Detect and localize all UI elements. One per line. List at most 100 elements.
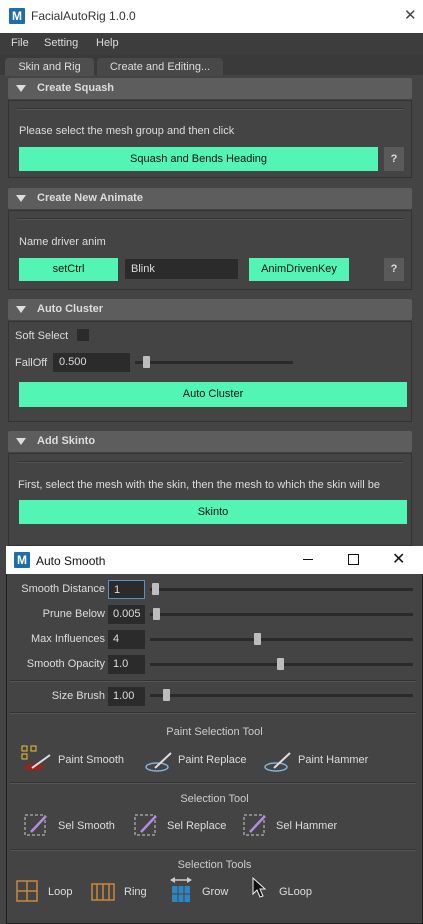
- sel-hammer-button[interactable]: Sel Hammer: [241, 812, 351, 840]
- paint-replace-icon: [145, 752, 172, 772]
- gloop-label: GLoop: [279, 886, 313, 898]
- falloff-slider-track[interactable]: [135, 361, 293, 364]
- max-influences-label: Max Influences: [31, 633, 105, 645]
- ring-label: Ring: [124, 886, 147, 898]
- main-titlebar: M FacialAutoRig 1.0.0 ✕: [0, 0, 423, 33]
- paint-replace-button[interactable]: Paint Replace: [143, 745, 253, 775]
- paint-hammer-button[interactable]: Paint Hammer: [262, 745, 382, 775]
- auto-cluster-body: Soft Select FallOff 0.500 Auto Cluster: [8, 321, 412, 422]
- divider: [10, 680, 416, 682]
- add-skinto-body: First, select the mesh with the skin, th…: [8, 453, 412, 546]
- grow-icon: [170, 877, 192, 902]
- soft-select-checkbox[interactable]: [77, 329, 89, 341]
- size-brush-slider-handle[interactable]: [163, 689, 170, 701]
- add-skinto-title: Add Skinto: [37, 435, 96, 447]
- sel-replace-icon: [134, 814, 157, 836]
- selection-tools-title: Selection Tools: [177, 859, 252, 871]
- maya-logo-icon: M: [14, 552, 30, 568]
- smooth-opacity-input[interactable]: 1.0: [108, 655, 145, 674]
- max-influences-slider-track[interactable]: [150, 638, 413, 641]
- smooth-opacity-label: Smooth Opacity: [26, 658, 105, 670]
- sel-replace-button[interactable]: Sel Replace: [132, 812, 242, 840]
- mouse-cursor-icon: [252, 876, 267, 898]
- prune-below-slider-handle[interactable]: [153, 608, 160, 620]
- menu-help[interactable]: Help: [96, 37, 119, 49]
- divider: [17, 108, 403, 110]
- create-new-animate-title: Create New Animate: [37, 192, 143, 204]
- driver-name-input[interactable]: Blink: [125, 259, 238, 279]
- add-skinto-header[interactable]: Add Skinto: [8, 431, 412, 452]
- menu-file[interactable]: File: [11, 37, 29, 49]
- auto-cluster-button[interactable]: Auto Cluster: [19, 382, 407, 407]
- maximize-icon[interactable]: [348, 554, 359, 565]
- add-skinto-instruction: First, select the mesh with the skin, th…: [18, 479, 380, 491]
- smooth-distance-slider-handle[interactable]: [152, 583, 159, 595]
- collapse-triangle-icon: [16, 195, 26, 202]
- paint-selection-tool-title: Paint Selection Tool: [166, 726, 263, 738]
- divider: [17, 218, 403, 220]
- close-icon[interactable]: ✕: [404, 6, 417, 24]
- divider: [10, 849, 416, 851]
- collapse-triangle-icon: [16, 438, 26, 445]
- sel-replace-label: Sel Replace: [167, 820, 227, 832]
- max-influences-slider-handle[interactable]: [254, 633, 261, 645]
- auto-cluster-header[interactable]: Auto Cluster: [8, 299, 412, 320]
- grow-label: Grow: [202, 886, 229, 898]
- squash-help-button[interactable]: ?: [384, 147, 404, 171]
- set-ctrl-button[interactable]: setCtrl: [19, 258, 118, 281]
- max-influences-input[interactable]: 4: [108, 630, 145, 649]
- smooth-distance-input[interactable]: 1: [108, 580, 145, 599]
- close-icon[interactable]: ✕: [392, 549, 405, 569]
- name-driver-anim-label: Name driver anim: [19, 236, 106, 248]
- falloff-input[interactable]: 0.500: [53, 353, 130, 372]
- prune-below-label: Prune Below: [42, 608, 105, 620]
- minimize-icon[interactable]: [303, 559, 313, 560]
- maya-logo-icon: M: [9, 8, 25, 24]
- skinto-button[interactable]: Skinto: [19, 500, 407, 524]
- animate-help-button[interactable]: ?: [384, 258, 404, 281]
- paint-hammer-icon: [264, 752, 291, 772]
- sel-hammer-icon: [243, 814, 266, 836]
- paint-smooth-button[interactable]: Paint Smooth: [18, 745, 128, 775]
- loop-label: Loop: [48, 886, 73, 898]
- prune-below-slider-track[interactable]: [150, 613, 413, 616]
- ring-button[interactable]: Ring: [91, 878, 161, 906]
- falloff-label: FallOff: [15, 357, 48, 369]
- paint-smooth-label: Paint Smooth: [58, 754, 125, 766]
- squash-and-bends-button[interactable]: Squash and Bends Heading: [19, 147, 378, 171]
- create-new-animate-body: Name driver anim setCtrl Blink AnimDrive…: [8, 210, 412, 290]
- tab-create-and-editing[interactable]: Create and Editing...: [97, 58, 223, 76]
- create-new-animate-header[interactable]: Create New Animate: [8, 188, 412, 209]
- divider: [10, 712, 416, 714]
- create-squash-body: Please select the mesh group and then cl…: [8, 100, 412, 178]
- tab-skin-and-rig[interactable]: Skin and Rig: [5, 58, 94, 76]
- prune-below-input[interactable]: 0.005: [108, 605, 145, 624]
- size-brush-input[interactable]: 1.00: [108, 687, 145, 706]
- collapse-triangle-icon: [16, 306, 26, 313]
- sel-smooth-button[interactable]: Sel Smooth: [22, 812, 132, 840]
- anim-driven-key-button[interactable]: AnimDrivenKey: [249, 258, 349, 281]
- paint-replace-label: Paint Replace: [178, 754, 247, 766]
- falloff-slider-handle[interactable]: [143, 356, 150, 368]
- create-squash-header[interactable]: Create Squash: [8, 78, 412, 99]
- create-squash-instruction: Please select the mesh group and then cl…: [19, 125, 235, 137]
- grow-button[interactable]: Grow: [170, 876, 240, 906]
- auto-cluster-title: Auto Cluster: [37, 303, 103, 315]
- loop-button[interactable]: Loop: [16, 878, 86, 906]
- smooth-distance-label: Smooth Distance: [21, 583, 105, 595]
- menu-bar: File Setting Help: [0, 33, 423, 55]
- smooth-opacity-slider-handle[interactable]: [277, 658, 284, 670]
- gloop-button[interactable]: GLoop: [250, 876, 330, 906]
- divider: [17, 461, 403, 463]
- main-window-title: FacialAutoRig 1.0.0: [31, 9, 136, 23]
- menu-setting[interactable]: Setting: [44, 37, 78, 49]
- divider: [10, 782, 416, 784]
- smooth-distance-slider-track[interactable]: [150, 588, 413, 591]
- size-brush-slider-track[interactable]: [150, 694, 413, 697]
- sel-hammer-label: Sel Hammer: [276, 820, 338, 832]
- auto-smooth-title: Auto Smooth: [36, 554, 106, 568]
- collapse-triangle-icon: [16, 85, 26, 92]
- sel-smooth-label: Sel Smooth: [58, 820, 115, 832]
- loop-icon: [16, 880, 38, 902]
- sel-smooth-icon: [24, 814, 47, 836]
